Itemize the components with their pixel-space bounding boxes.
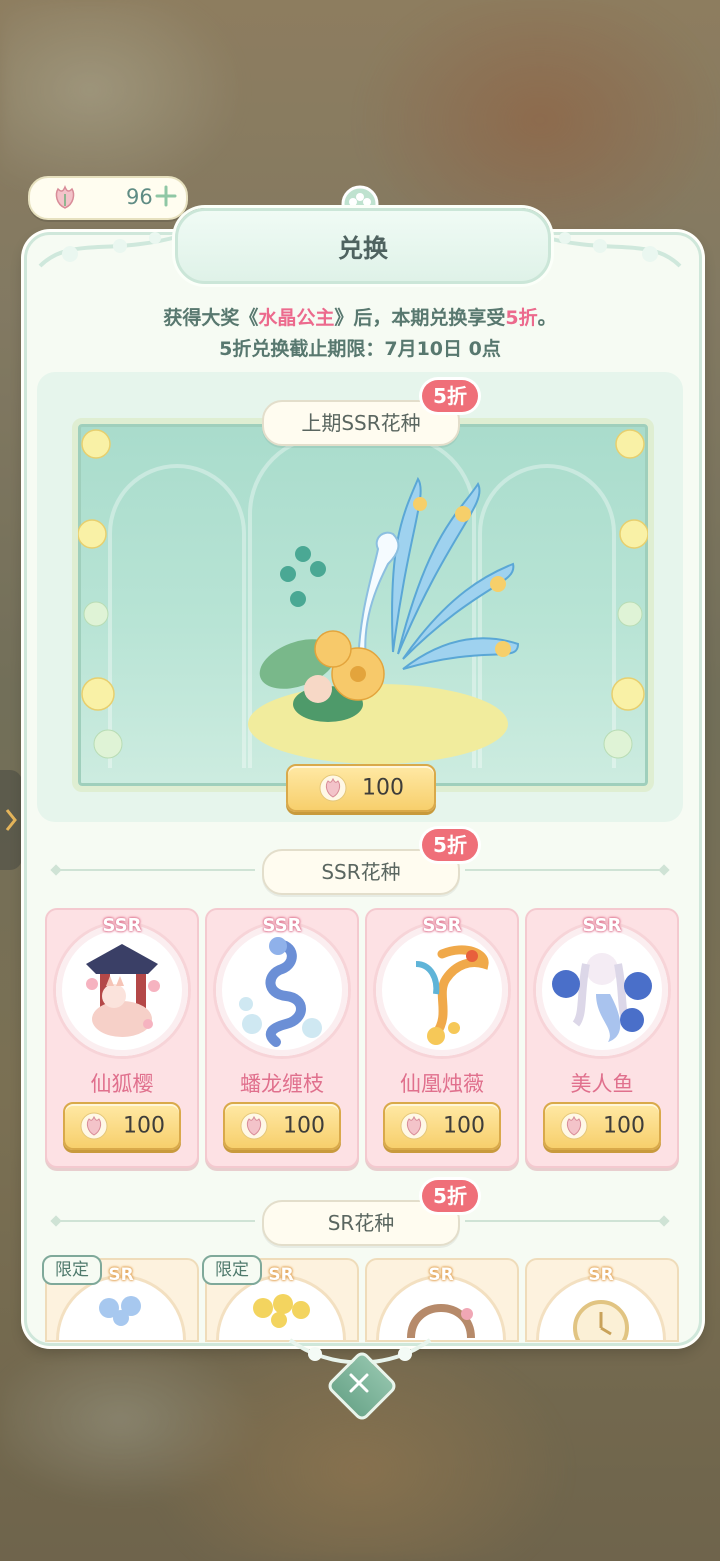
sr-item-card[interactable]: SR	[525, 1258, 679, 1342]
sr-discount-badge: 5折	[422, 1180, 478, 1212]
ssr-badge-text: 5折	[433, 833, 467, 857]
item-portrait	[59, 1278, 183, 1340]
side-expand-handle[interactable]	[0, 770, 22, 870]
limited-tag: 限定	[202, 1255, 262, 1285]
peacock-flower-illustration	[248, 476, 520, 764]
ssr-item-card[interactable]: SSR 蟠龙缠枝 100	[205, 908, 359, 1168]
rarity-badge: SR	[108, 1265, 134, 1285]
item-price: 100	[603, 1113, 645, 1139]
mermaid-illustration	[552, 953, 652, 1042]
item-price: 100	[123, 1113, 165, 1139]
notice-line-1: 获得大奖《水晶公主》后，本期兑换享受5折。	[0, 303, 720, 330]
dialog-title-tab: 兑换	[175, 208, 551, 284]
item-name: 仙狐樱	[90, 1072, 154, 1096]
item-name: 美人鱼	[570, 1072, 634, 1096]
item-price: 100	[443, 1113, 485, 1139]
item-portrait	[539, 1278, 663, 1340]
ssr-item-card[interactable]: SSR 仙狐樱 100	[45, 908, 199, 1168]
blue-flower-illustration	[99, 1296, 141, 1326]
flower-seed-icon	[240, 1112, 268, 1140]
vine-decoration-left	[38, 232, 181, 268]
flower-seed-icon	[319, 774, 347, 802]
buy-button[interactable]: 100	[223, 1102, 341, 1150]
buy-button[interactable]: 100	[63, 1102, 181, 1150]
close-icon[interactable]	[336, 1360, 382, 1406]
fox-sakura-illustration	[86, 944, 160, 1037]
ssr-item-card[interactable]: SSR 仙凰烛薇 100	[365, 908, 519, 1168]
featured-badge-text: 5折	[433, 384, 467, 408]
sr-badge-text: 5折	[433, 1184, 467, 1208]
flower-seed-icon	[400, 1112, 428, 1140]
flower-border-left	[78, 429, 123, 759]
featured-price: 100	[362, 775, 404, 801]
rarity-badge: SR	[268, 1265, 294, 1285]
section-divider-right	[465, 1220, 665, 1222]
notice-prize-name: 水晶公主	[258, 307, 335, 329]
featured-discount-badge: 5折	[422, 380, 478, 412]
item-name: 仙凰烛薇	[400, 1072, 484, 1096]
flower-border-right	[603, 429, 648, 759]
vine-decoration-right	[539, 232, 682, 268]
rarity-badge: SSR	[582, 915, 622, 936]
buy-button[interactable]: 100	[383, 1102, 501, 1150]
coiled-dragon-illustration	[239, 937, 322, 1047]
rarity-badge: SSR	[102, 915, 142, 936]
section-divider-left	[55, 1220, 255, 1222]
rarity-badge: SR	[428, 1265, 454, 1285]
flower-seed-icon	[80, 1112, 108, 1140]
item-portrait	[216, 924, 348, 1056]
rarity-badge: SSR	[262, 915, 302, 936]
item-portrait	[376, 924, 508, 1056]
phoenix-illustration	[415, 945, 489, 1045]
limited-tag: 限定	[42, 1255, 102, 1285]
item-name: 蟠龙缠枝	[240, 1072, 324, 1096]
notice-suffix: 。	[537, 307, 557, 329]
ssr-item-card[interactable]: SSR 美人鱼 100	[525, 908, 679, 1168]
ssr-discount-badge: 5折	[422, 829, 478, 861]
item-portrait	[56, 924, 188, 1056]
rarity-badge: SR	[588, 1265, 614, 1285]
item-price: 100	[283, 1113, 325, 1139]
notice-line-2: 5折兑换截止期限：7月10日 0点	[219, 338, 501, 360]
item-portrait	[536, 924, 668, 1056]
notice-discount: 5折	[505, 307, 538, 329]
notice-prefix: 获得大奖《	[163, 307, 259, 329]
featured-item-frame[interactable]	[72, 418, 654, 792]
flower-seed-icon	[560, 1112, 588, 1140]
chevron-right-icon	[5, 809, 17, 831]
section-divider-right	[465, 869, 665, 871]
dialog-title: 兑换	[337, 234, 388, 263]
buy-button[interactable]: 100	[543, 1102, 661, 1150]
rarity-badge: SSR	[422, 915, 462, 936]
notice-middle: 》后，本期兑换享受	[334, 307, 506, 329]
featured-buy-button[interactable]: 100	[286, 764, 436, 812]
clock-illustration	[573, 1300, 629, 1340]
section-divider-left	[55, 869, 255, 871]
